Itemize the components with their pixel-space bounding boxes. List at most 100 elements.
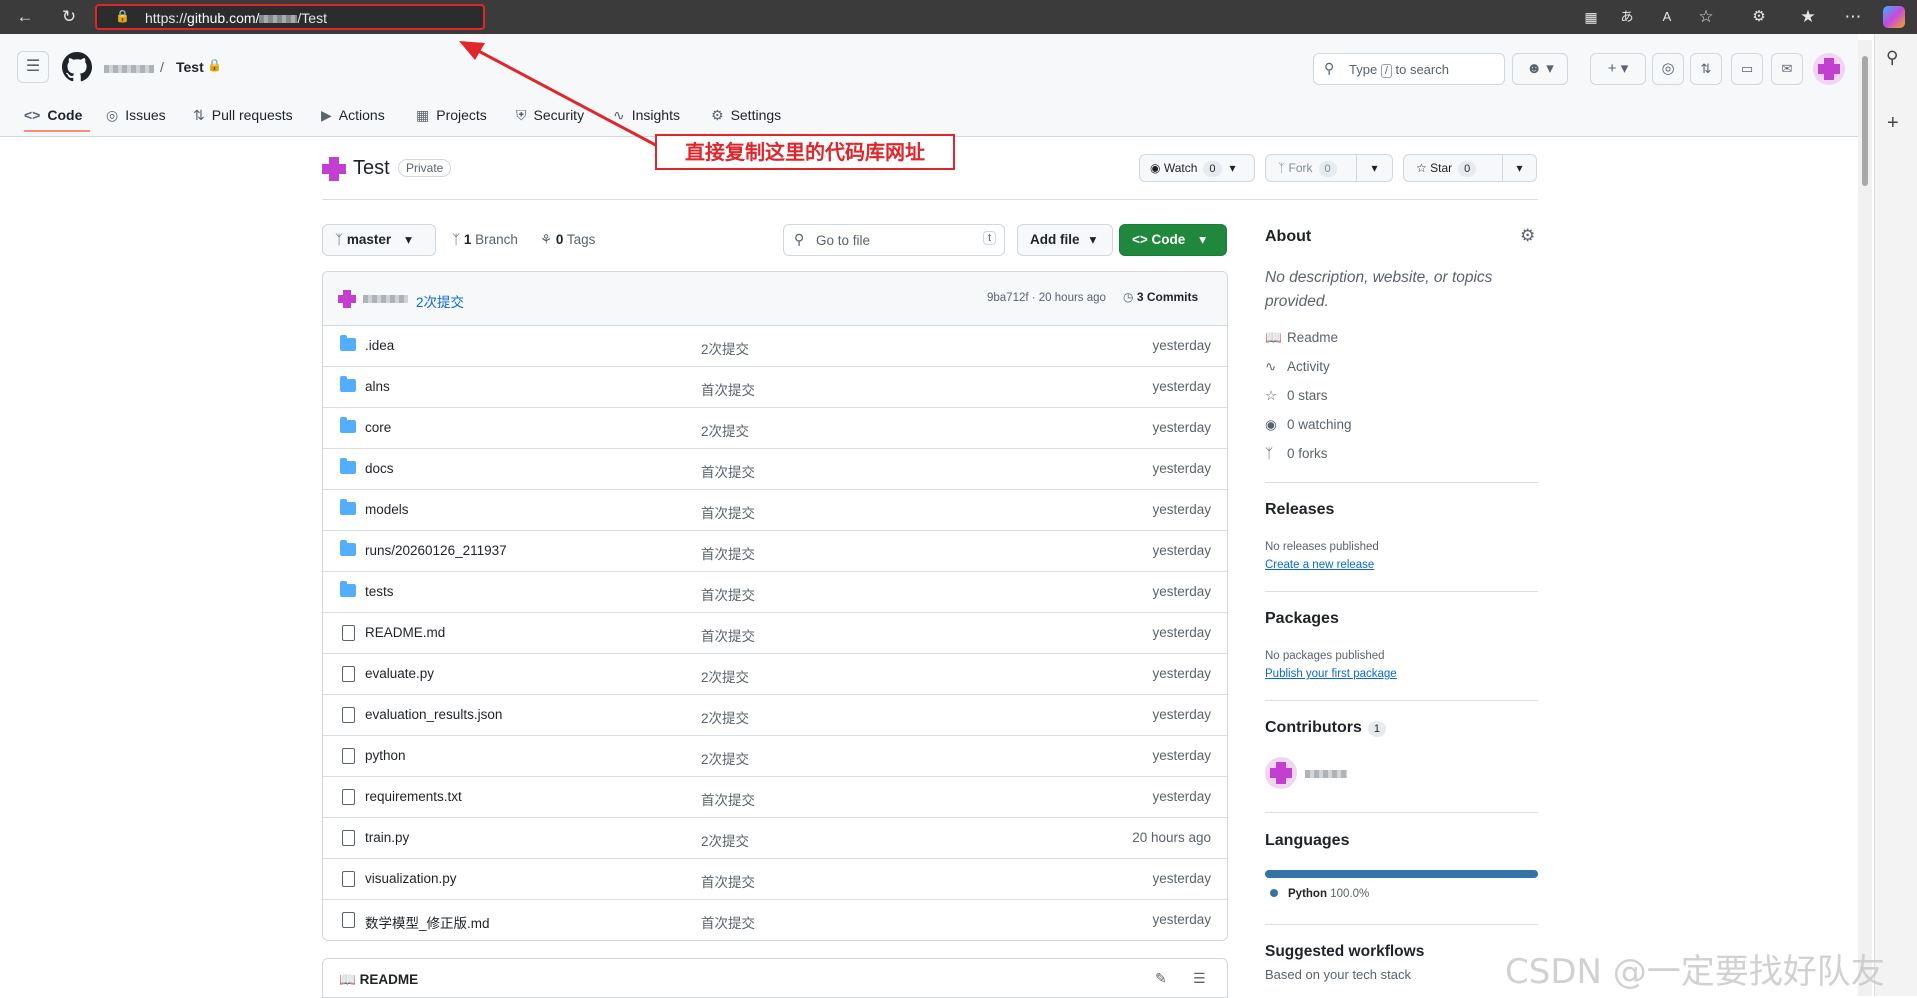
tags-link[interactable]: ⚘ 0 Tags	[540, 232, 595, 248]
repo-title[interactable]: Test	[353, 157, 390, 180]
issues-icon[interactable]: ◎	[1652, 53, 1684, 85]
file-commit-message[interactable]: 首次提交	[701, 871, 755, 891]
file-commit-message[interactable]: 2次提交	[701, 666, 749, 686]
go-to-file-input[interactable]: ⚲ Go to file t	[783, 224, 1005, 256]
commits-link[interactable]: ◷ 3 Commits	[1123, 290, 1198, 304]
file-commit-message[interactable]: 首次提交	[701, 379, 755, 399]
extensions-icon[interactable]: ⚙	[1746, 4, 1772, 30]
code-button[interactable]: <> Code ▾	[1119, 224, 1227, 256]
file-row[interactable]: tests 首次提交 yesterday	[323, 572, 1227, 613]
file-commit-message[interactable]: 首次提交	[701, 584, 755, 604]
list-icon[interactable]: ☰	[1193, 970, 1206, 987]
file-row[interactable]: docs 首次提交 yesterday	[323, 449, 1227, 490]
file-commit-message[interactable]: 2次提交	[701, 830, 749, 850]
file-name[interactable]: evaluate.py	[365, 666, 434, 681]
back-arrow-icon[interactable]: ←	[12, 4, 38, 30]
watching-link[interactable]: ◉ 0 watching	[1265, 417, 1352, 433]
file-name[interactable]: README.md	[365, 625, 445, 640]
chevron-down-icon[interactable]: ▾	[1502, 155, 1536, 181]
star-button[interactable]: ☆ Star 0 ▾	[1403, 154, 1537, 182]
file-row[interactable]: requirements.txt 首次提交 yesterday	[323, 777, 1227, 818]
readme-link[interactable]: 📖 Readme	[1265, 330, 1338, 346]
file-commit-message[interactable]: 2次提交	[701, 707, 749, 727]
file-name[interactable]: core	[365, 420, 391, 435]
commit-message[interactable]: 2次提交	[416, 291, 464, 311]
file-name[interactable]: 数学模型_修正版.md	[365, 912, 490, 932]
file-row[interactable]: core 2次提交 yesterday	[323, 408, 1227, 449]
file-name[interactable]: visualization.py	[365, 871, 457, 886]
favorites-icon[interactable]: ★	[1795, 4, 1821, 30]
watch-button[interactable]: ◉ Watch 0 ▾	[1139, 154, 1255, 182]
search-icon[interactable]: ⚲	[1886, 48, 1898, 68]
inbox-icon[interactable]: ✉	[1771, 53, 1803, 85]
file-name[interactable]: runs/20260126_211937	[365, 543, 507, 558]
file-name[interactable]: docs	[365, 461, 394, 476]
chevron-down-icon[interactable]: ▾	[1356, 155, 1392, 181]
translate-icon[interactable]: あ	[1614, 4, 1640, 30]
file-name[interactable]: train.py	[365, 830, 409, 845]
readme-tab[interactable]: 📖 README	[339, 972, 418, 988]
packages-heading[interactable]: Packages	[1265, 610, 1339, 628]
repositories-icon[interactable]: ▭	[1731, 53, 1763, 85]
copilot-icon[interactable]	[1883, 6, 1905, 28]
file-commit-message[interactable]: 首次提交	[701, 543, 755, 563]
reload-icon[interactable]: ↻	[56, 4, 82, 30]
activity-link[interactable]: ∿ Activity	[1265, 359, 1330, 375]
file-name[interactable]: evaluation_results.json	[365, 707, 502, 722]
file-commit-message[interactable]: 首次提交	[701, 912, 755, 932]
file-name[interactable]: requirements.txt	[365, 789, 462, 804]
commit-hash-time[interactable]: 9ba712f · 20 hours ago	[987, 292, 1106, 304]
file-row[interactable]: .idea 2次提交 yesterday	[323, 326, 1227, 367]
file-name[interactable]: tests	[365, 584, 394, 599]
stars-link[interactable]: ☆ 0 stars	[1265, 388, 1328, 404]
file-commit-message[interactable]: 2次提交	[701, 748, 749, 768]
favorite-star-icon[interactable]: ☆	[1693, 4, 1719, 30]
file-row[interactable]: visualization.py 首次提交 yesterday	[323, 859, 1227, 900]
file-commit-message[interactable]: 首次提交	[701, 502, 755, 522]
file-name[interactable]: .idea	[365, 338, 394, 353]
tab-code[interactable]: <> Code	[24, 98, 90, 132]
file-row[interactable]: models 首次提交 yesterday	[323, 490, 1227, 531]
more-menu-icon[interactable]: ⋯	[1840, 4, 1866, 30]
file-row[interactable]: README.md 首次提交 yesterday	[323, 613, 1227, 654]
hamburger-menu-icon[interactable]: ☰	[17, 51, 49, 83]
file-row[interactable]: evaluate.py 2次提交 yesterday	[323, 654, 1227, 695]
contributor-avatar[interactable]	[1265, 757, 1297, 789]
add-icon[interactable]: +	[1887, 112, 1899, 135]
file-row[interactable]: python 2次提交 yesterday	[323, 736, 1227, 777]
file-commit-message[interactable]: 2次提交	[701, 338, 749, 358]
scrollbar-thumb[interactable]	[1862, 56, 1868, 186]
add-file-button[interactable]: Add file ▾	[1017, 224, 1113, 256]
pencil-icon[interactable]: ✎	[1155, 970, 1167, 987]
file-row[interactable]: alns 首次提交 yesterday	[323, 367, 1227, 408]
tab-issues[interactable]: ◎ Issues	[106, 98, 166, 132]
fork-button[interactable]: ᛉ Fork 0 ▾	[1265, 154, 1393, 182]
apps-grid-icon[interactable]: ▦	[1578, 4, 1604, 30]
file-commit-message[interactable]: 首次提交	[701, 461, 755, 481]
create-new-button[interactable]: + ▾	[1590, 53, 1646, 85]
tab-settings[interactable]: ⚙ Settings	[711, 98, 781, 132]
create-release-link[interactable]: Create a new release	[1265, 559, 1374, 571]
releases-heading[interactable]: Releases	[1265, 501, 1334, 519]
file-name[interactable]: alns	[365, 379, 390, 394]
author-avatar[interactable]	[338, 290, 356, 308]
file-row[interactable]: 数学模型_修正版.md 首次提交 yesterday	[323, 900, 1227, 940]
address-bar[interactable]: 🔒 https://github.com/ /Test	[95, 4, 485, 30]
language-item-python[interactable]: Python 100.0%	[1265, 888, 1369, 900]
branch-selector[interactable]: ᛉ master ▾	[322, 224, 436, 256]
user-avatar[interactable]	[1813, 53, 1845, 85]
contributors-heading[interactable]: Contributors 1	[1265, 719, 1386, 737]
page-scrollbar[interactable]	[1858, 40, 1872, 996]
tab-actions[interactable]: ▶ Actions	[321, 98, 385, 132]
file-commit-message[interactable]: 首次提交	[701, 789, 755, 809]
pull-requests-icon[interactable]: ⇅	[1690, 53, 1722, 85]
file-commit-message[interactable]: 首次提交	[701, 625, 755, 645]
forks-link[interactable]: ᛉ 0 forks	[1265, 446, 1328, 461]
file-name[interactable]: models	[365, 502, 409, 517]
publish-package-link[interactable]: Publish your first package	[1265, 668, 1397, 680]
gear-icon[interactable]: ⚙	[1520, 226, 1535, 246]
file-commit-message[interactable]: 2次提交	[701, 420, 749, 440]
read-aloud-icon[interactable]: A	[1654, 4, 1680, 30]
search-input[interactable]: ⚲ Type / to search	[1313, 53, 1505, 85]
file-row[interactable]: runs/20260126_211937 首次提交 yesterday	[323, 531, 1227, 572]
